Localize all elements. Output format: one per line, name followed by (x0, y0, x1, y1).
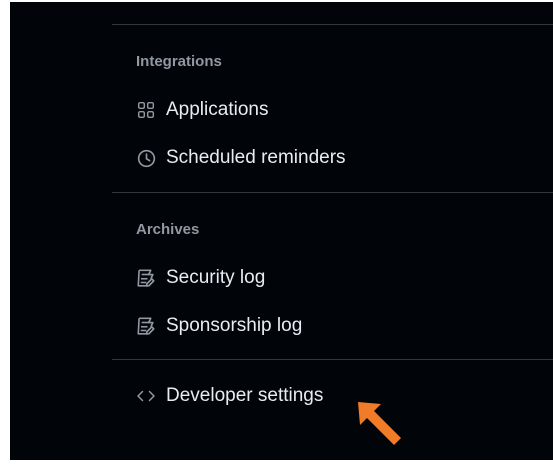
divider-archives (112, 359, 553, 360)
apps-grid-icon (135, 99, 157, 121)
clock-icon (135, 147, 157, 169)
sidebar-item-label: Sponsorship log (166, 315, 303, 336)
sidebar-item-applications[interactable]: Applications (126, 92, 546, 128)
screenshot-frame: Integrations Applications Scheduled remi… (0, 0, 553, 468)
arrow-pointer-icon (358, 402, 401, 445)
sidebar-item-label: Security log (166, 267, 266, 288)
log-icon (135, 315, 157, 337)
section-title-archives: Archives (136, 221, 200, 238)
log-icon (135, 267, 157, 289)
sidebar-item-security-log[interactable]: Security log (126, 260, 546, 296)
divider-top (112, 24, 553, 25)
sidebar-item-label: Scheduled reminders (166, 147, 346, 168)
sidebar-item-developer-settings[interactable]: Developer settings (126, 378, 546, 414)
section-title-integrations: Integrations (136, 53, 222, 70)
divider-integrations (112, 192, 553, 193)
sidebar-item-scheduled-reminders[interactable]: Scheduled reminders (126, 140, 546, 176)
sidebar-item-label: Applications (166, 99, 269, 120)
settings-sidebar: Integrations Applications Scheduled remi… (10, 2, 553, 460)
sidebar-item-sponsorship-log[interactable]: Sponsorship log (126, 308, 546, 344)
sidebar-item-label: Developer settings (166, 385, 324, 406)
code-icon (135, 385, 157, 407)
